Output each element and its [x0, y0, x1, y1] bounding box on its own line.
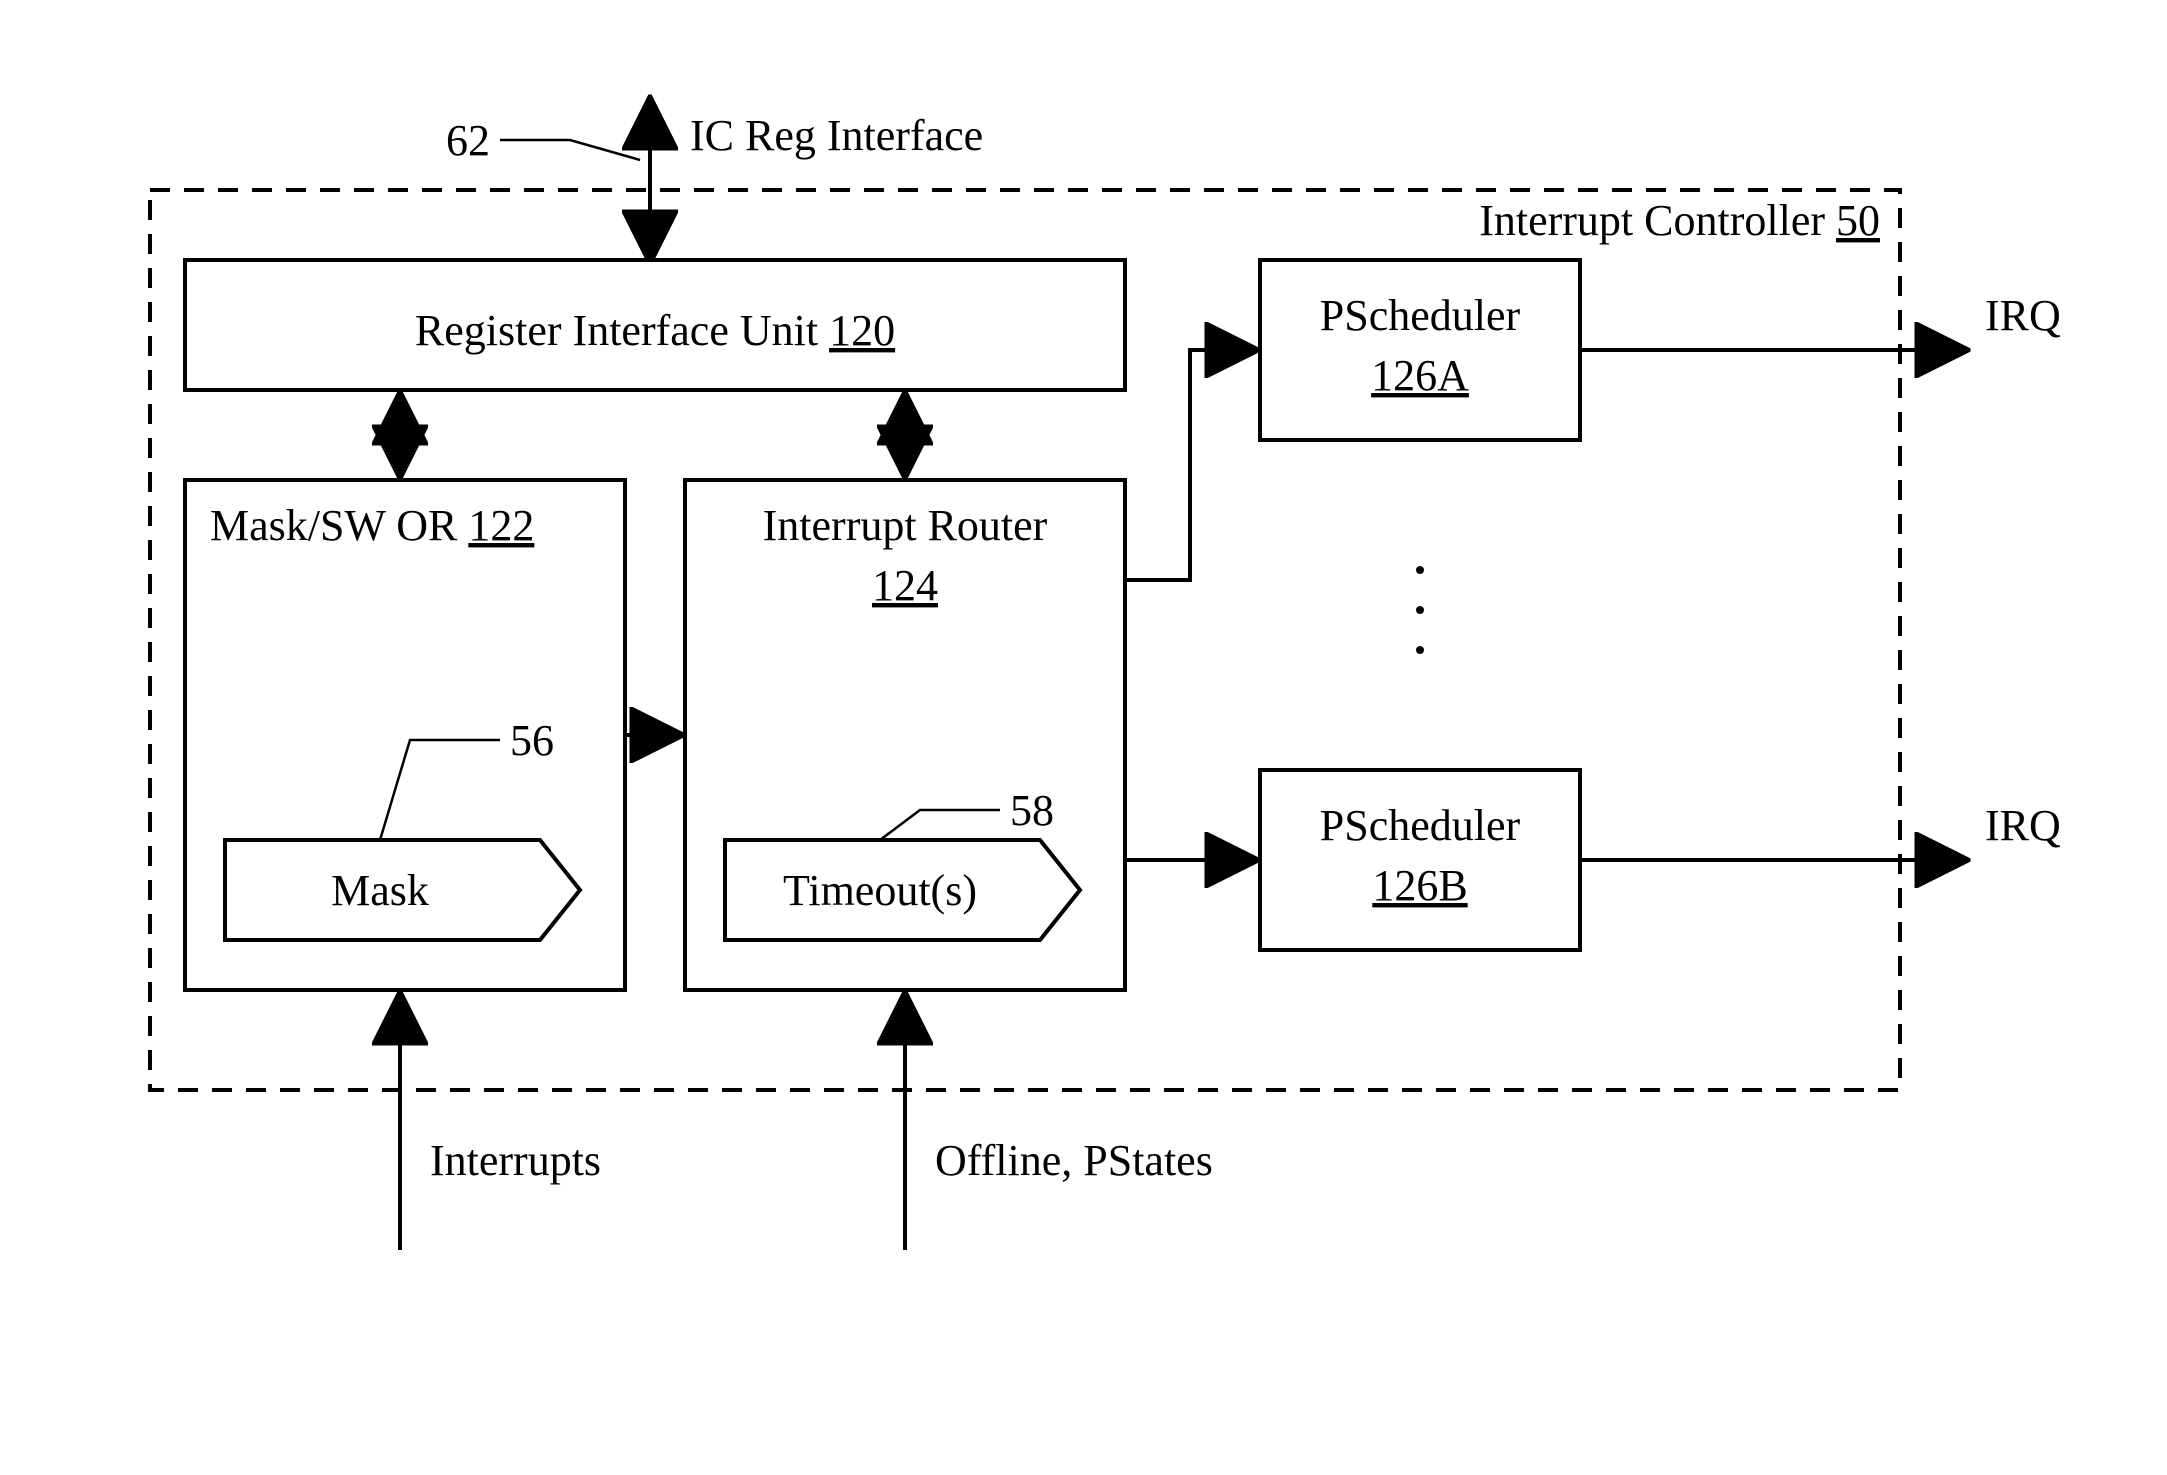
- mask-register-label: Mask: [331, 866, 429, 915]
- pscheduler-a-num: 126A: [1371, 351, 1469, 400]
- offline-pstates-label: Offline, PStates: [935, 1136, 1213, 1185]
- interrupts-label: Interrupts: [430, 1136, 601, 1185]
- timeouts-register-label: Timeout(s): [783, 866, 977, 915]
- interrupt-router-label1: Interrupt Router: [763, 501, 1048, 550]
- pscheduler-a-label: PScheduler: [1320, 291, 1521, 340]
- ic-reg-interface-label: IC Reg Interface: [690, 111, 983, 160]
- interrupt-controller-label: Interrupt Controller 50: [1479, 196, 1880, 245]
- diagram-svg: Interrupt Controller 50 IC Reg Interface…: [0, 0, 2167, 1475]
- irq-b-label: IRQ: [1985, 801, 2061, 850]
- ellipsis-dot: [1416, 566, 1424, 574]
- ref58-label: 58: [1010, 786, 1054, 835]
- mask-sw-or-label: Mask/SW OR 122: [210, 501, 534, 550]
- ellipsis-dot: [1416, 606, 1424, 614]
- router-to-pschedA-arrow: [1125, 350, 1255, 580]
- ellipsis-dot: [1416, 646, 1424, 654]
- ref62-leader: [500, 140, 640, 160]
- pscheduler-b-label: PScheduler: [1320, 801, 1521, 850]
- interrupt-router-num: 124: [872, 561, 938, 610]
- irq-a-label: IRQ: [1985, 291, 2061, 340]
- pscheduler-a-box: [1260, 260, 1580, 440]
- ref62-label: 62: [446, 116, 490, 165]
- pscheduler-b-num: 126B: [1372, 861, 1467, 910]
- register-interface-unit-label: Register Interface Unit 120: [415, 306, 895, 355]
- ref56-label: 56: [510, 716, 554, 765]
- pscheduler-b-box: [1260, 770, 1580, 950]
